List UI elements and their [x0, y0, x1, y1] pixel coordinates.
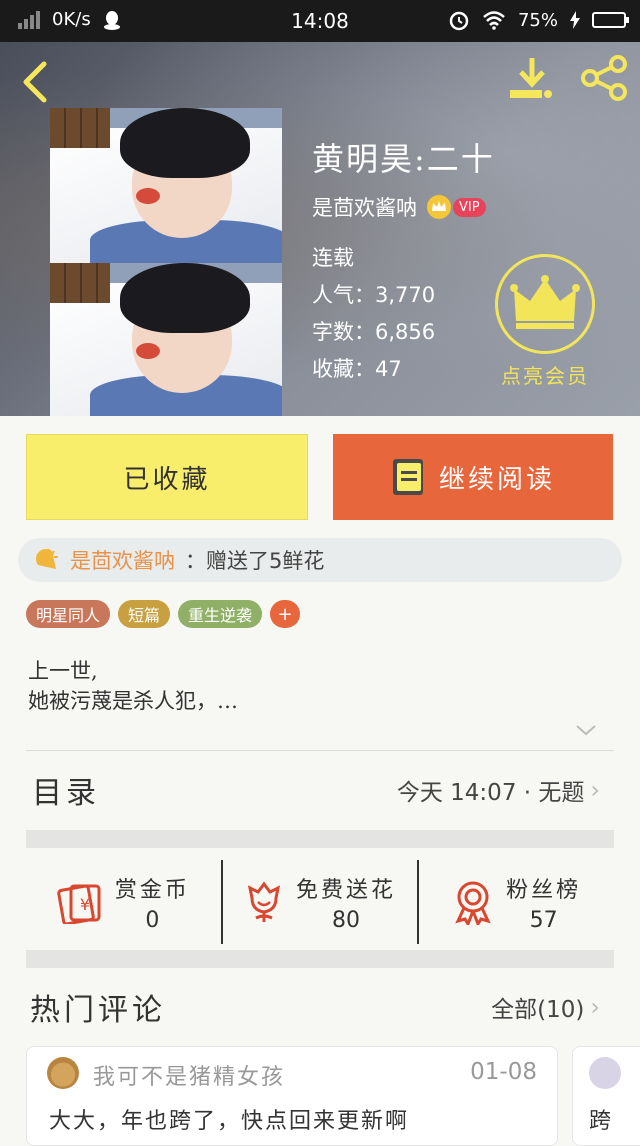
avatar[interactable]: [47, 1057, 79, 1089]
comment-date: 01-08: [470, 1059, 537, 1085]
comment-text: 跨: [589, 1109, 612, 1134]
alarm-icon: [449, 11, 469, 31]
popularity-value: 3,770: [375, 283, 436, 307]
author-name[interactable]: 是茴欢酱呐: [312, 192, 417, 222]
book-intro[interactable]: 上一世, 她被污蔑是杀人犯，…: [28, 656, 238, 716]
crown-icon: [510, 275, 580, 329]
back-button[interactable]: [18, 60, 52, 104]
medal-icon: [455, 881, 491, 925]
fan-ranking-button[interactable]: 粉丝榜 57: [419, 860, 614, 944]
hot-comments-header: 热门评论 全部(10) ›: [26, 982, 600, 1032]
vip-badge: VIP: [427, 195, 486, 219]
gift-notification[interactable]: 是茴欢酱呐 ：赠送了5鲜花: [18, 538, 622, 582]
flower-icon: [247, 881, 281, 922]
table-of-contents-row[interactable]: 目录 今天 14:07 · 无题 ›: [26, 762, 600, 818]
expand-chevron-icon[interactable]: [574, 722, 598, 738]
free-flowers-button[interactable]: 免费送花 80: [223, 860, 420, 944]
favorited-button[interactable]: 已收藏: [26, 434, 308, 520]
intro-line: 她被污蔑是杀人犯，…: [28, 689, 238, 713]
favorites-value: 47: [375, 357, 402, 381]
tag-list: 明星同人 短篇 重生逆袭 +: [26, 600, 301, 628]
favorites-row: 收藏：47: [312, 357, 402, 381]
book-meta: 连载 人气：3,770 字数：6,856 收藏：47: [312, 240, 435, 388]
book-header: 黄明昊:二十 是茴欢酱呐 VIP 连载 人气：3,770 字数：6,856 收藏…: [0, 42, 640, 416]
download-button[interactable]: [508, 56, 556, 100]
member-ring: [495, 254, 595, 354]
intro-line: 上一世,: [28, 659, 98, 683]
tag-item[interactable]: 短篇: [118, 600, 171, 628]
word-count-value: 6,856: [375, 320, 436, 344]
add-tag-button[interactable]: +: [270, 600, 301, 628]
gift-action: ：赠送了5鲜花: [185, 549, 325, 573]
popularity-row: 人气：3,770: [312, 283, 436, 307]
reward-coins-button[interactable]: ¥ 赏金币 0: [26, 860, 223, 944]
member-label: 点亮会员: [501, 364, 589, 388]
comment-card[interactable]: 我可不是猪精女孩 01-08 大大，年也跨了，快点回来更新啊: [26, 1046, 558, 1146]
hot-comments-label: 热门评论: [30, 993, 166, 1028]
stats-row: ¥ 赏金币 0 免费送花 80 粉丝榜 57: [26, 860, 614, 944]
stat-value: 57: [529, 907, 558, 933]
battery-icon: [592, 12, 629, 28]
wifi-icon: [483, 11, 505, 30]
stat-name: 粉丝榜: [506, 877, 582, 903]
all-comments-link[interactable]: 全部(10) ›: [491, 990, 600, 1024]
author-row[interactable]: 是茴欢酱呐 VIP: [312, 192, 486, 222]
divider: [26, 750, 614, 751]
tag-item[interactable]: 重生逆袭: [178, 600, 263, 628]
speaker-icon: [35, 548, 58, 569]
crown-badge-icon: [427, 195, 451, 219]
book-cover[interactable]: [50, 108, 282, 416]
vip-label: VIP: [453, 197, 486, 217]
comment-text: 大大，年也跨了，快点回来更新啊: [49, 1109, 410, 1134]
comment-card[interactable]: 跨: [572, 1046, 640, 1146]
avatar[interactable]: [589, 1057, 621, 1089]
charging-icon: [570, 11, 580, 29]
stat-value: 80: [332, 907, 360, 933]
book-status: 连载: [312, 246, 354, 270]
book-icon: [392, 459, 423, 495]
stat-name: 免费送花: [296, 877, 397, 903]
battery-percent: 75%: [517, 9, 558, 31]
word-count-row: 字数：6,856: [312, 320, 436, 344]
tag-item[interactable]: 明星同人: [26, 600, 111, 628]
continue-reading-button[interactable]: 继续阅读: [333, 434, 613, 520]
book-title: 黄明昊:二十: [312, 140, 495, 178]
share-button[interactable]: [580, 54, 628, 102]
member-button[interactable]: 点亮会员: [494, 254, 596, 389]
toc-label: 目录: [32, 776, 100, 811]
favorited-label: 已收藏: [123, 464, 211, 495]
status-bar: 0K/s 14:08 75%: [0, 0, 640, 42]
chevron-right-icon: ›: [590, 776, 600, 804]
red-envelope-icon: ¥: [57, 884, 101, 924]
svg-text:¥: ¥: [80, 895, 90, 914]
section-separator: [26, 950, 614, 968]
comment-user[interactable]: 我可不是猪精女孩: [93, 1059, 285, 1091]
latest-update: 今天 14:07 · 无题: [396, 780, 585, 806]
stat-value: 0: [145, 907, 160, 933]
chevron-right-icon: ›: [590, 993, 600, 1021]
stat-name: 赏金币: [114, 877, 190, 903]
section-separator: [26, 830, 614, 848]
gift-user[interactable]: 是茴欢酱呐: [70, 545, 175, 575]
continue-reading-label: 继续阅读: [438, 464, 555, 495]
